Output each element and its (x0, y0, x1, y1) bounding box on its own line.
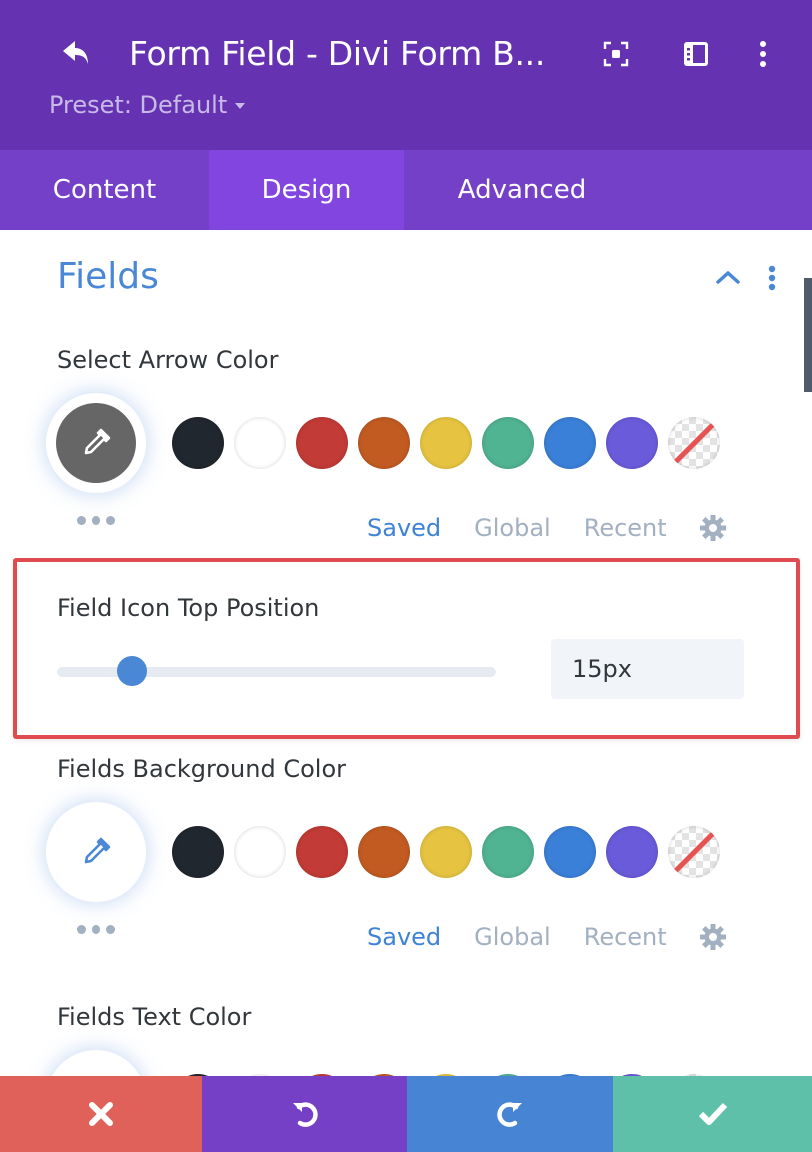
swatch-blue[interactable] (544, 417, 596, 469)
tab-advanced[interactable]: Advanced (404, 150, 640, 230)
gear-icon[interactable] (699, 923, 727, 951)
settings-content: Fields Select Arrow Color Saved Global R… (0, 230, 812, 1076)
toggle-layout-button[interactable] (681, 38, 711, 70)
eyedropper-icon (84, 837, 111, 864)
scrollbar[interactable] (804, 278, 812, 392)
focus-mode-button[interactable] (601, 38, 631, 70)
header-more-button[interactable] (748, 38, 778, 70)
field-icon-top-position-input[interactable] (551, 639, 744, 699)
palette-tab-recent[interactable]: Recent (584, 920, 667, 954)
more-colors-button[interactable] (77, 925, 116, 935)
back-button[interactable] (58, 36, 98, 72)
more-vertical-icon (768, 265, 776, 291)
caret-down-icon (235, 103, 246, 109)
sidebar-layout-icon (684, 42, 708, 66)
swatch-dark[interactable] (172, 417, 224, 469)
palette-tab-saved[interactable]: Saved (367, 920, 441, 954)
fields-background-color-label: Fields Background Color (57, 755, 346, 783)
color-swatches (172, 417, 720, 469)
close-icon (89, 1102, 113, 1126)
panel-header: Form Field - Divi Form B... Preset: Defa… (0, 0, 812, 150)
save-button[interactable] (613, 1076, 812, 1152)
swatch-white[interactable] (234, 417, 286, 469)
swatch-blue[interactable] (544, 826, 596, 878)
swatch-transparent[interactable] (668, 826, 720, 878)
tab-content[interactable]: Content (0, 150, 209, 230)
undo-icon (292, 1102, 318, 1127)
palette-tab-global[interactable]: Global (474, 920, 551, 954)
palette-tab-global[interactable]: Global (474, 511, 551, 545)
palette-tabs: Saved Global Recent (367, 511, 727, 545)
swatch-dark[interactable] (172, 826, 224, 878)
panel-title: Form Field - Divi Form B... (129, 34, 546, 73)
color-swatches (172, 826, 720, 878)
settings-tabs: Content Design Advanced (0, 150, 812, 230)
swatch-yellow[interactable] (420, 417, 472, 469)
swatch-purple[interactable] (606, 417, 658, 469)
more-colors-button[interactable] (77, 516, 116, 526)
more-vertical-icon (760, 41, 766, 67)
fields-text-color-label: Fields Text Color (57, 1003, 252, 1031)
swatch-yellow[interactable] (420, 826, 472, 878)
swatch-orange[interactable] (358, 417, 410, 469)
check-icon (698, 1102, 727, 1125)
swatch-white[interactable] (234, 826, 286, 878)
swatch-purple[interactable] (606, 826, 658, 878)
chevron-up-icon (716, 271, 740, 284)
preset-label: Preset: Default (49, 91, 228, 119)
focus-screen-icon (603, 41, 629, 67)
palette-tab-saved[interactable]: Saved (367, 511, 441, 545)
action-bar (0, 1076, 812, 1152)
redo-button[interactable] (407, 1076, 613, 1152)
swatch-green[interactable] (482, 826, 534, 878)
select-arrow-color-label: Select Arrow Color (57, 346, 279, 374)
preset-dropdown[interactable]: Preset: Default (49, 88, 246, 122)
gear-icon[interactable] (699, 514, 727, 542)
tab-design[interactable]: Design (209, 150, 404, 230)
redo-icon (497, 1102, 522, 1127)
swatch-red[interactable] (296, 826, 348, 878)
section-options-button[interactable] (762, 262, 782, 294)
back-arrow-icon (63, 41, 88, 64)
eyedropper-icon (84, 428, 111, 455)
undo-button[interactable] (202, 1076, 407, 1152)
slider-handle[interactable] (116, 656, 147, 686)
palette-tabs: Saved Global Recent (367, 920, 727, 954)
current-color-preview (56, 812, 136, 892)
collapse-section-button[interactable] (714, 263, 742, 291)
fields-text-color-picker[interactable] (46, 1050, 146, 1076)
section-title[interactable]: Fields (57, 252, 159, 302)
swatch-orange[interactable] (358, 826, 410, 878)
swatch-transparent[interactable] (668, 417, 720, 469)
discard-button[interactable] (0, 1076, 202, 1152)
swatch-red[interactable] (296, 417, 348, 469)
field-icon-top-position-label: Field Icon Top Position (57, 594, 320, 622)
current-color-preview (56, 403, 136, 483)
fields-background-color-picker[interactable] (46, 802, 146, 902)
select-arrow-color-picker[interactable] (46, 393, 146, 493)
palette-tab-recent[interactable]: Recent (584, 511, 667, 545)
swatch-green[interactable] (482, 417, 534, 469)
